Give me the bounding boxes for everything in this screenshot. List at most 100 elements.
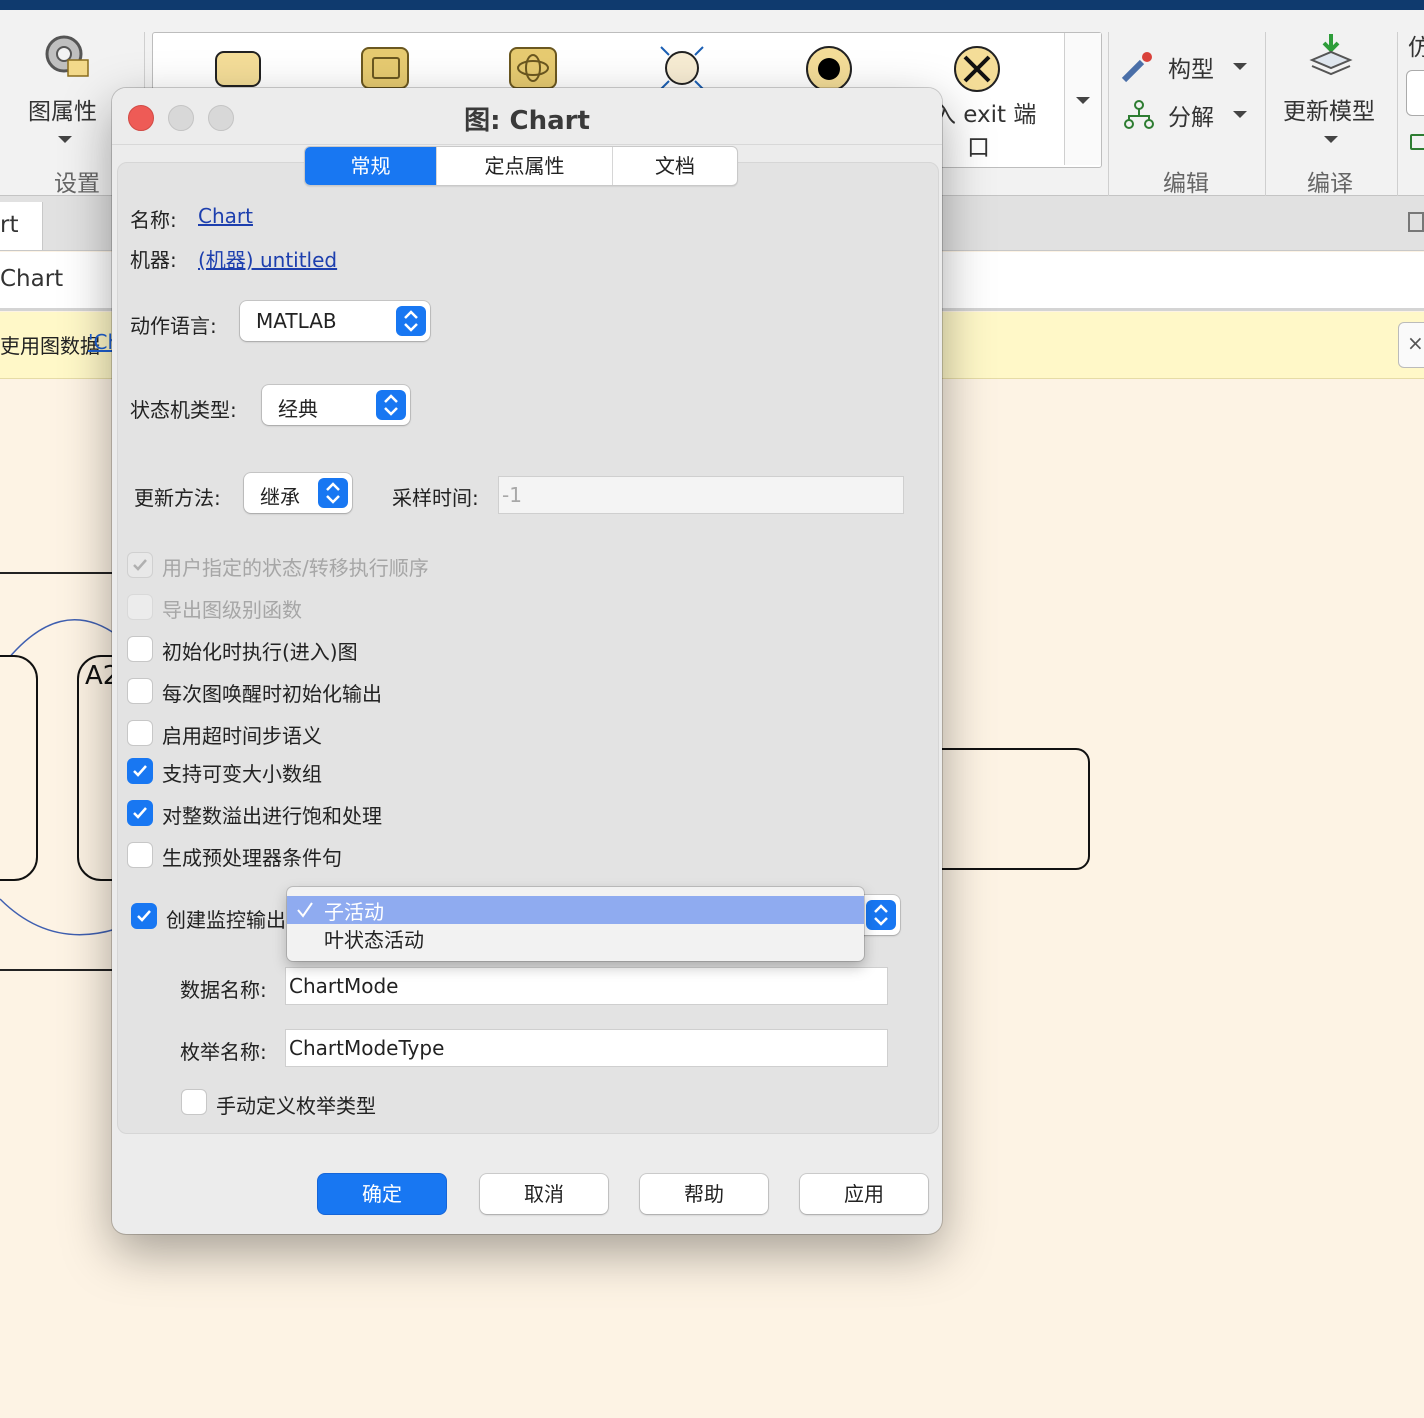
- variable-size-arrays-label[interactable]: 支持可变大小数组: [162, 758, 322, 787]
- menu-item-label: 叶状态活动: [324, 928, 424, 952]
- chart-properties-label[interactable]: 图属性: [28, 92, 97, 126]
- export-chart-functions-checkbox: [127, 594, 153, 620]
- box-tool-icon[interactable]: [361, 47, 409, 89]
- action-language-select[interactable]: MATLAB: [240, 301, 430, 341]
- menu-item-leaf-state-activity[interactable]: 叶状态活动: [287, 924, 864, 952]
- name-link[interactable]: Chart: [198, 204, 253, 228]
- toolstrip-overflow-icon[interactable]: [1410, 134, 1424, 150]
- init-outputs-label[interactable]: 每次图唤醒时初始化输出: [162, 678, 382, 707]
- chevron-down-icon[interactable]: [58, 136, 72, 143]
- execution-order-label: 用户指定的状态/转移执行顺序: [162, 556, 429, 580]
- action-language-label: 动作语言:: [130, 314, 217, 338]
- toolstrip-overflow-label[interactable]: 仿: [1408, 28, 1424, 62]
- compile-group-label: 编译: [1307, 171, 1353, 197]
- dialog-title: 图: Chart: [464, 106, 590, 136]
- init-outputs-checkbox[interactable]: [127, 678, 153, 704]
- group-divider: [1397, 32, 1398, 197]
- apply-button[interactable]: 应用: [800, 1174, 928, 1214]
- up-down-chevron-icon: [376, 390, 406, 420]
- update-method-select[interactable]: 继承: [244, 473, 352, 513]
- enum-name-value: ChartModeType: [289, 1036, 445, 1060]
- breadcrumb[interactable]: Chart: [0, 266, 63, 292]
- state-machine-type-label: 状态机类型:: [130, 398, 237, 422]
- default-transition-icon[interactable]: [805, 45, 853, 93]
- data-name-value: ChartMode: [289, 974, 399, 998]
- ok-button[interactable]: 确定: [318, 1174, 446, 1214]
- execution-order-checkbox: [127, 552, 153, 578]
- action-language-value: MATLAB: [256, 309, 337, 333]
- edit-group-label: 编辑: [1163, 171, 1209, 197]
- tab-general[interactable]: 常规: [305, 147, 437, 185]
- create-monitor-output-label[interactable]: 创建监控输出: [166, 904, 286, 933]
- export-chart-functions-label: 导出图级别函数: [162, 598, 302, 622]
- decompose-icon[interactable]: [1122, 98, 1156, 132]
- manual-enum-checkbox[interactable]: [181, 1089, 207, 1115]
- cancel-button[interactable]: 取消: [480, 1174, 608, 1214]
- gallery-expand-button[interactable]: [1064, 33, 1101, 165]
- saturate-overflow-label[interactable]: 对整数溢出进行饱和处理: [162, 800, 382, 829]
- help-button[interactable]: 帮助: [640, 1174, 768, 1214]
- state-tool-icon[interactable]: [215, 51, 261, 87]
- view-toggle-icon[interactable]: [1408, 212, 1424, 232]
- state-machine-type-value: 经典: [278, 397, 318, 421]
- data-name-field[interactable]: ChartMode: [285, 967, 888, 1005]
- super-step-label[interactable]: 启用超时间步语义: [162, 720, 322, 749]
- update-model-label[interactable]: 更新模型: [1283, 92, 1375, 126]
- enum-name-label: 枚举名称:: [180, 1040, 267, 1064]
- group-divider: [1265, 32, 1266, 197]
- chevron-down-icon[interactable]: [1233, 111, 1247, 118]
- up-down-chevron-icon: [866, 900, 896, 930]
- tab-label: rt: [0, 212, 19, 238]
- machine-label: 机器:: [130, 248, 177, 272]
- enum-name-field[interactable]: ChartModeType: [285, 1029, 888, 1067]
- preprocessor-conditionals-checkbox[interactable]: [127, 842, 153, 868]
- execute-at-init-label[interactable]: 初始化时执行(进入)图: [162, 636, 358, 665]
- settings-group-label: 设置: [54, 171, 100, 197]
- exit-junction-icon[interactable]: [953, 45, 1001, 93]
- up-down-chevron-icon: [396, 306, 426, 336]
- exit-port-label[interactable]: 入 exit 端: [933, 95, 1036, 129]
- exit-port-label-2[interactable]: 口: [967, 128, 990, 162]
- saturate-overflow-checkbox[interactable]: [127, 800, 153, 826]
- update-model-icon[interactable]: [1308, 32, 1354, 78]
- manual-enum-label[interactable]: 手动定义枚举类型: [216, 1090, 376, 1119]
- super-step-checkbox[interactable]: [127, 720, 153, 746]
- sample-time-value: -1: [502, 483, 522, 507]
- info-bar-text: 吏用图数据: [0, 334, 100, 358]
- app-top-strip: [0, 0, 1424, 10]
- configuration-icon[interactable]: [1120, 50, 1158, 84]
- name-label: 名称:: [130, 208, 177, 232]
- update-method-label: 更新方法:: [134, 486, 221, 510]
- configuration-label[interactable]: 构型: [1168, 50, 1214, 84]
- up-down-chevron-icon: [318, 478, 348, 508]
- junction-tool-icon[interactable]: [659, 45, 705, 91]
- machine-link[interactable]: (机器) untitled: [198, 244, 337, 273]
- sample-time-field: -1: [498, 476, 904, 514]
- state-a1[interactable]: [0, 655, 38, 881]
- menu-item-label: 子活动: [324, 900, 384, 924]
- chevron-down-icon[interactable]: [1233, 63, 1247, 70]
- variable-size-arrays-checkbox[interactable]: [127, 758, 153, 784]
- checkmark-icon: [295, 898, 315, 925]
- chevron-down-icon: [1076, 97, 1090, 104]
- tab-chart[interactable]: rt: [0, 202, 43, 250]
- close-info-bar-button[interactable]: ×: [1398, 322, 1424, 368]
- close-icon: ×: [1407, 331, 1424, 355]
- tab-fixed-point[interactable]: 定点属性: [437, 147, 613, 185]
- create-monitor-output-checkbox[interactable]: [131, 903, 157, 929]
- tab-documentation[interactable]: 文档: [613, 147, 737, 185]
- dialog-tabs: 常规 定点属性 文档: [304, 146, 738, 186]
- chart-properties-icon[interactable]: [40, 30, 92, 82]
- toolstrip-overflow-control[interactable]: [1406, 70, 1424, 116]
- chart-properties-dialog: 图: Chart 常规 定点属性 文档 名称: Chart 机器: (机器) u…: [112, 88, 942, 1234]
- sample-time-label: 采样时间:: [392, 486, 479, 510]
- state-machine-type-select[interactable]: 经典: [262, 385, 410, 425]
- execute-at-init-checkbox[interactable]: [127, 636, 153, 662]
- dialog-titlebar[interactable]: 图: Chart: [112, 88, 942, 145]
- menu-item-child-activity[interactable]: 子活动: [287, 896, 864, 924]
- monitor-output-menu: 子活动 叶状态活动: [287, 887, 864, 961]
- preprocessor-conditionals-label[interactable]: 生成预处理器条件句: [162, 842, 342, 871]
- chevron-down-icon[interactable]: [1324, 136, 1338, 143]
- decompose-label[interactable]: 分解: [1168, 98, 1214, 132]
- atomic-subchart-icon[interactable]: [509, 47, 557, 89]
